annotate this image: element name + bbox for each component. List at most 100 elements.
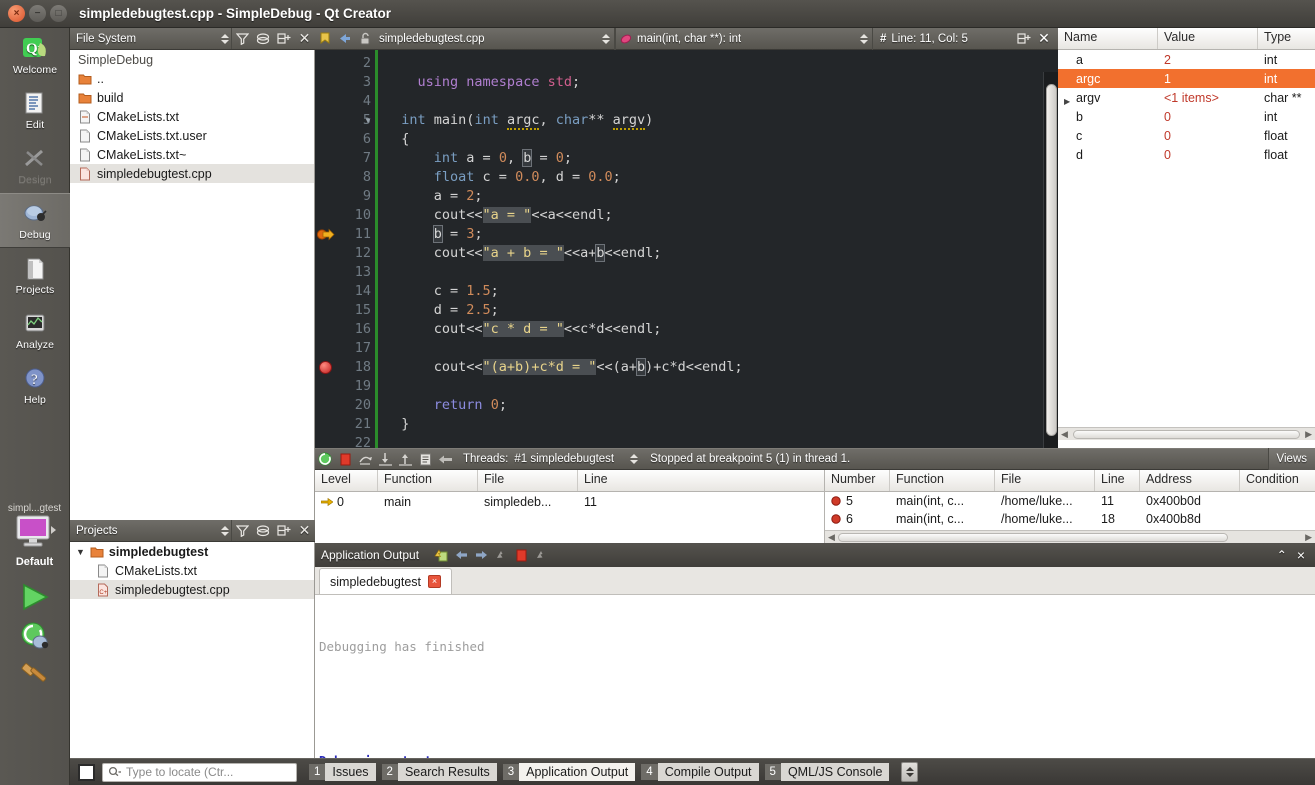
step-into-icon[interactable] (375, 449, 395, 470)
variables-horizontal-scrollbar[interactable]: ◀ ▶ (1058, 427, 1315, 440)
bookmark-next-icon[interactable] (335, 28, 355, 49)
symbol-combo[interactable]: main(int, char **): int (615, 27, 873, 50)
variable-row[interactable]: c 0 float (1058, 126, 1315, 145)
file-tree-item-cmakelists-user[interactable]: CMakeLists.txt.user (70, 126, 314, 145)
split-add-icon[interactable] (273, 28, 294, 49)
column-header-function[interactable]: Function (378, 470, 478, 491)
chevron-down-icon[interactable]: ▼ (76, 547, 85, 557)
sidebar-toggle-icon[interactable] (78, 763, 95, 781)
output-tab-simpledebugtest[interactable]: simpledebugtest × (319, 568, 453, 594)
code-line[interactable]: { (377, 130, 1058, 149)
code-line[interactable] (377, 434, 1058, 448)
line-number[interactable]: 19 (315, 377, 377, 396)
minimize-window-button[interactable]: − (29, 5, 46, 22)
close-window-button[interactable]: × (8, 5, 25, 22)
project-tree-item-cmakelists[interactable]: CMakeLists.txt (70, 561, 314, 580)
split-add-icon[interactable] (1014, 28, 1034, 49)
minimize-output-button[interactable]: ⌃ (1277, 548, 1287, 562)
close-icon[interactable]: × (428, 575, 442, 588)
attach-icon[interactable] (491, 545, 511, 566)
code-line[interactable] (377, 54, 1058, 73)
application-output-text[interactable]: Debugging has finished Debugging starts … (315, 595, 1315, 758)
continue-icon[interactable] (315, 449, 335, 470)
chevron-right-icon[interactable]: ▶ (1064, 93, 1073, 105)
mode-debug[interactable]: Debug (0, 193, 70, 248)
line-number[interactable]: 13 (315, 263, 377, 282)
open-file-combo[interactable]: simpledebugtest.cpp (375, 27, 615, 50)
variable-row[interactable]: a 2 int (1058, 50, 1315, 69)
variables-table-body[interactable]: a 2 int argc 1 int ▶ argv <1 items> char ** b 0 int c… (1058, 50, 1315, 164)
mode-analyze[interactable]: Analyze (0, 303, 70, 358)
breakpoint-icon[interactable] (319, 361, 332, 374)
line-number[interactable]: 3 (315, 73, 377, 92)
code-line[interactable]: using namespace std; (377, 73, 1058, 92)
instruction-icon[interactable] (415, 449, 435, 470)
line-number[interactable]: 6 (315, 130, 377, 149)
line-number[interactable]: 22 (315, 434, 377, 448)
views-button[interactable]: Views (1267, 448, 1315, 470)
scroll-right-arrow-icon[interactable]: ▶ (1302, 532, 1315, 543)
step-over-icon[interactable] (355, 449, 375, 470)
code-line[interactable]: return 0; (377, 396, 1058, 415)
fold-marker-icon[interactable]: ▼ (363, 111, 373, 130)
panel-selector-dropdown[interactable] (210, 520, 231, 541)
code-line[interactable]: int a = 0, b = 0; (377, 149, 1058, 168)
line-number[interactable]: 9 (315, 187, 377, 206)
mode-projects[interactable]: Projects (0, 248, 70, 303)
code-area[interactable]: 2 3 4 5 ▼ 6 7 8 9 10 11 12 13 14 15 16 17 18 19 20 21 22 usin… (315, 50, 1058, 448)
stack-row[interactable]: 0 main simpledeb... 11 (315, 492, 824, 512)
output-tab-search-results[interactable]: 2 Search Results (381, 762, 497, 782)
column-header-line[interactable]: Line (1095, 470, 1140, 491)
search-input[interactable]: Type to locate (Ctr... (102, 762, 297, 782)
project-tree-item-simpledebugtest-cpp[interactable]: C+ simpledebugtest.cpp (70, 580, 314, 599)
line-number[interactable]: 4 (315, 92, 377, 111)
project-tree-item-root[interactable]: ▼ simpledebugtest (70, 542, 314, 561)
line-number[interactable]: 11 (315, 225, 377, 244)
panel-selector-dropdown[interactable] (210, 28, 231, 49)
source-code-text[interactable]: using namespace std; int main(int argc, … (377, 50, 1058, 448)
variable-row[interactable]: ▶ argv <1 items> char ** (1058, 88, 1315, 107)
line-number[interactable]: 18 (315, 358, 377, 377)
rerun-icon[interactable] (431, 545, 451, 566)
output-tab-compile-output[interactable]: 4 Compile Output (641, 762, 759, 782)
code-line[interactable] (377, 377, 1058, 396)
code-line[interactable]: float c = 0.0, d = 0.0; (377, 168, 1058, 187)
close-icon[interactable]: ✕ (1034, 28, 1054, 49)
line-number[interactable]: 5 ▼ (315, 111, 377, 130)
scroll-left-arrow-icon[interactable]: ◀ (825, 532, 838, 543)
code-line[interactable]: cout<<"a + b = "<<a+b<<endl; (377, 244, 1058, 263)
breakpoints-horizontal-scrollbar[interactable]: ◀ ▶ (825, 530, 1315, 543)
code-line[interactable]: } (377, 415, 1058, 434)
line-number[interactable]: 16 (315, 320, 377, 339)
output-tab-application-output[interactable]: 3 Application Output (502, 762, 636, 782)
code-line[interactable]: int main(int argc, char** argv) (377, 111, 1058, 130)
column-header-file[interactable]: File (478, 470, 578, 491)
sync-icon[interactable] (252, 520, 273, 541)
column-header-name[interactable]: Name (1058, 28, 1158, 49)
line-number[interactable]: 12 (315, 244, 377, 263)
code-line[interactable] (377, 339, 1058, 358)
line-number[interactable]: 15 (315, 301, 377, 320)
scrollbar-thumb[interactable] (837, 532, 1228, 542)
line-number[interactable]: 17 (315, 339, 377, 358)
threads-dropdown[interactable] (628, 454, 640, 464)
scroll-left-arrow-icon[interactable]: ◀ (1058, 429, 1071, 440)
filter-icon[interactable] (231, 520, 252, 541)
scrollbar-thumb[interactable] (1046, 84, 1057, 436)
stop-icon[interactable] (335, 449, 355, 470)
column-header-function[interactable]: Function (890, 470, 995, 491)
output-pane-selector[interactable] (901, 762, 919, 782)
maximize-window-button[interactable]: □ (50, 5, 67, 22)
current-line-arrow-icon[interactable] (316, 228, 335, 242)
column-header-condition[interactable]: Condition (1240, 470, 1315, 491)
code-line[interactable]: a = 2; (377, 187, 1058, 206)
close-icon[interactable]: ✕ (294, 28, 315, 49)
play-triangle-icon[interactable] (18, 582, 52, 612)
code-line[interactable] (377, 92, 1058, 111)
breakpoint-icon[interactable] (831, 496, 841, 506)
code-line[interactable]: c = 1.5; (377, 282, 1058, 301)
line-number-gutter[interactable]: 2 3 4 5 ▼ 6 7 8 9 10 11 12 13 14 15 16 17 18 19 20 21 22 (315, 50, 378, 448)
filter-icon[interactable] (231, 28, 252, 49)
variable-row[interactable]: d 0 float (1058, 145, 1315, 164)
line-number[interactable]: 21 (315, 415, 377, 434)
